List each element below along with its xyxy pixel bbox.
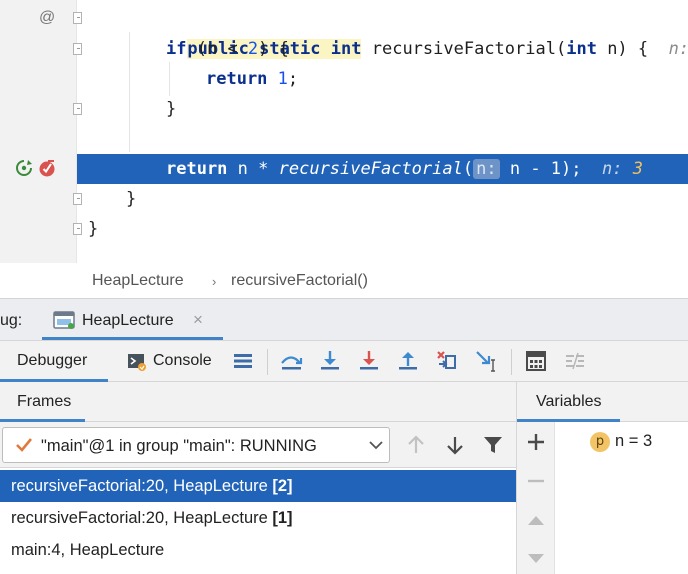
debugger-toolbar: Debugger Console <box>0 340 688 382</box>
add-watch-plus-icon[interactable] <box>526 432 546 452</box>
variables-list: p n = 3 <box>555 422 688 574</box>
step-over-icon[interactable] <box>278 348 304 374</box>
previous-frame-arrow-up-icon[interactable] <box>405 434 427 456</box>
thread-dropdown[interactable]: "main"@1 in group "main": RUNNING <box>2 427 390 463</box>
console-icon <box>128 354 146 371</box>
tab-variables[interactable]: Variables <box>536 393 602 411</box>
execution-gutter-icons <box>14 158 58 180</box>
code-line: if (n < 2) { <box>0 34 688 64</box>
variables-toolbar <box>517 422 555 574</box>
tab-frames[interactable]: Frames <box>17 393 71 411</box>
code-text: n * <box>237 159 279 179</box>
code-text: } <box>126 189 137 209</box>
parameter-hint-chip: n: <box>473 159 500 179</box>
recursive-call-icon[interactable] <box>14 158 34 178</box>
code-text: ; <box>287 69 299 89</box>
inline-hint-value: 3 <box>632 159 643 179</box>
frame-label: recursiveFactorial:20, HeapLecture <box>11 509 273 527</box>
current-execution-line[interactable]: return n * recursiveFactorial(n: n - 1);… <box>77 154 688 184</box>
drop-frame-icon[interactable] <box>434 348 460 374</box>
breadcrumb: HeapLecture › recursiveFactorial() <box>0 263 688 299</box>
thread-selector-row: "main"@1 in group "main": RUNNING <box>0 422 516 468</box>
debug-tool-window-header: ug: HeapLecture × <box>0 299 688 340</box>
frame-item[interactable]: recursiveFactorial:20, HeapLecture [1] <box>0 502 516 534</box>
frame-depth: [1] <box>272 509 293 527</box>
move-up-icon[interactable] <box>526 510 546 530</box>
toolbar-separator <box>511 349 512 375</box>
next-frame-arrow-down-icon[interactable] <box>444 434 466 456</box>
code-text: n - 1); <box>509 159 582 179</box>
force-step-into-icon[interactable] <box>356 348 382 374</box>
session-tab-label: HeapLecture <box>82 312 174 329</box>
application-window-icon <box>53 311 75 329</box>
variables-panel-header: Variables <box>517 382 688 422</box>
code-line: return 1; <box>0 64 688 94</box>
frames-panel-header: Frames <box>0 382 516 422</box>
frame-label: main:4, HeapLecture <box>11 541 165 559</box>
step-out-icon[interactable] <box>395 348 421 374</box>
keyword: if <box>166 39 187 59</box>
move-down-icon[interactable] <box>526 548 546 568</box>
breadcrumb-class[interactable]: HeapLecture <box>92 272 184 290</box>
frame-depth: [2] <box>272 477 293 495</box>
number-literal: 2 <box>247 39 259 59</box>
toolbar-separator <box>267 349 268 375</box>
tab-debug-session[interactable]: HeapLecture × <box>42 299 223 340</box>
trace-current-stream-icon[interactable] <box>562 348 588 374</box>
code-text: ) { <box>258 39 289 59</box>
code-line: } <box>0 214 688 244</box>
debug-label: ug: <box>0 312 23 329</box>
breadcrumb-method[interactable]: recursiveFactorial() <box>231 272 368 290</box>
method-call: recursiveFactorial <box>278 159 463 179</box>
code-editor[interactable]: @ public static int recursiveFactorial(i… <box>0 0 688 263</box>
frame-label: recursiveFactorial:20, HeapLecture <box>11 477 273 495</box>
evaluate-expression-icon[interactable] <box>523 348 549 374</box>
inline-hint-name: n: <box>601 159 623 179</box>
code-text: (n < <box>196 39 248 59</box>
code-text: } <box>88 219 99 239</box>
tab-label: Debugger <box>17 352 88 369</box>
keyword: return <box>206 69 268 89</box>
code-line: public static int recursiveFactorial(int… <box>0 4 688 59</box>
chevron-down-icon <box>369 441 383 450</box>
thread-dropdown-value: "main"@1 in group "main": RUNNING <box>41 437 317 455</box>
remove-watch-minus-icon[interactable] <box>526 471 546 491</box>
number-literal: 1 <box>277 69 288 89</box>
paren: ( <box>462 159 474 179</box>
run-to-cursor-icon[interactable] <box>473 348 499 374</box>
step-into-icon[interactable] <box>317 348 343 374</box>
thread-suspended-check-icon <box>16 438 33 452</box>
filter-icon[interactable] <box>482 434 504 456</box>
breakpoint-icon[interactable] <box>37 158 57 178</box>
tab-debugger[interactable]: Debugger <box>0 341 108 382</box>
variable-value: n = 3 <box>615 432 653 450</box>
tab-label: Console <box>153 352 212 369</box>
code-text: } <box>166 99 177 119</box>
keyword: return <box>166 159 228 179</box>
parameter-icon: p <box>590 432 610 452</box>
show-execution-point-icon[interactable] <box>230 348 256 374</box>
code-line: } <box>0 184 688 214</box>
breadcrumb-separator: › <box>212 274 217 289</box>
frames-list: recursiveFactorial:20, HeapLecture [2] r… <box>0 468 516 574</box>
code-line: } <box>0 94 688 124</box>
frame-item[interactable]: main:4, HeapLecture <box>0 534 516 566</box>
tab-console[interactable]: Console <box>126 341 226 382</box>
frame-item[interactable]: recursiveFactorial:20, HeapLecture [2] <box>0 470 516 502</box>
close-icon[interactable]: × <box>193 310 203 330</box>
